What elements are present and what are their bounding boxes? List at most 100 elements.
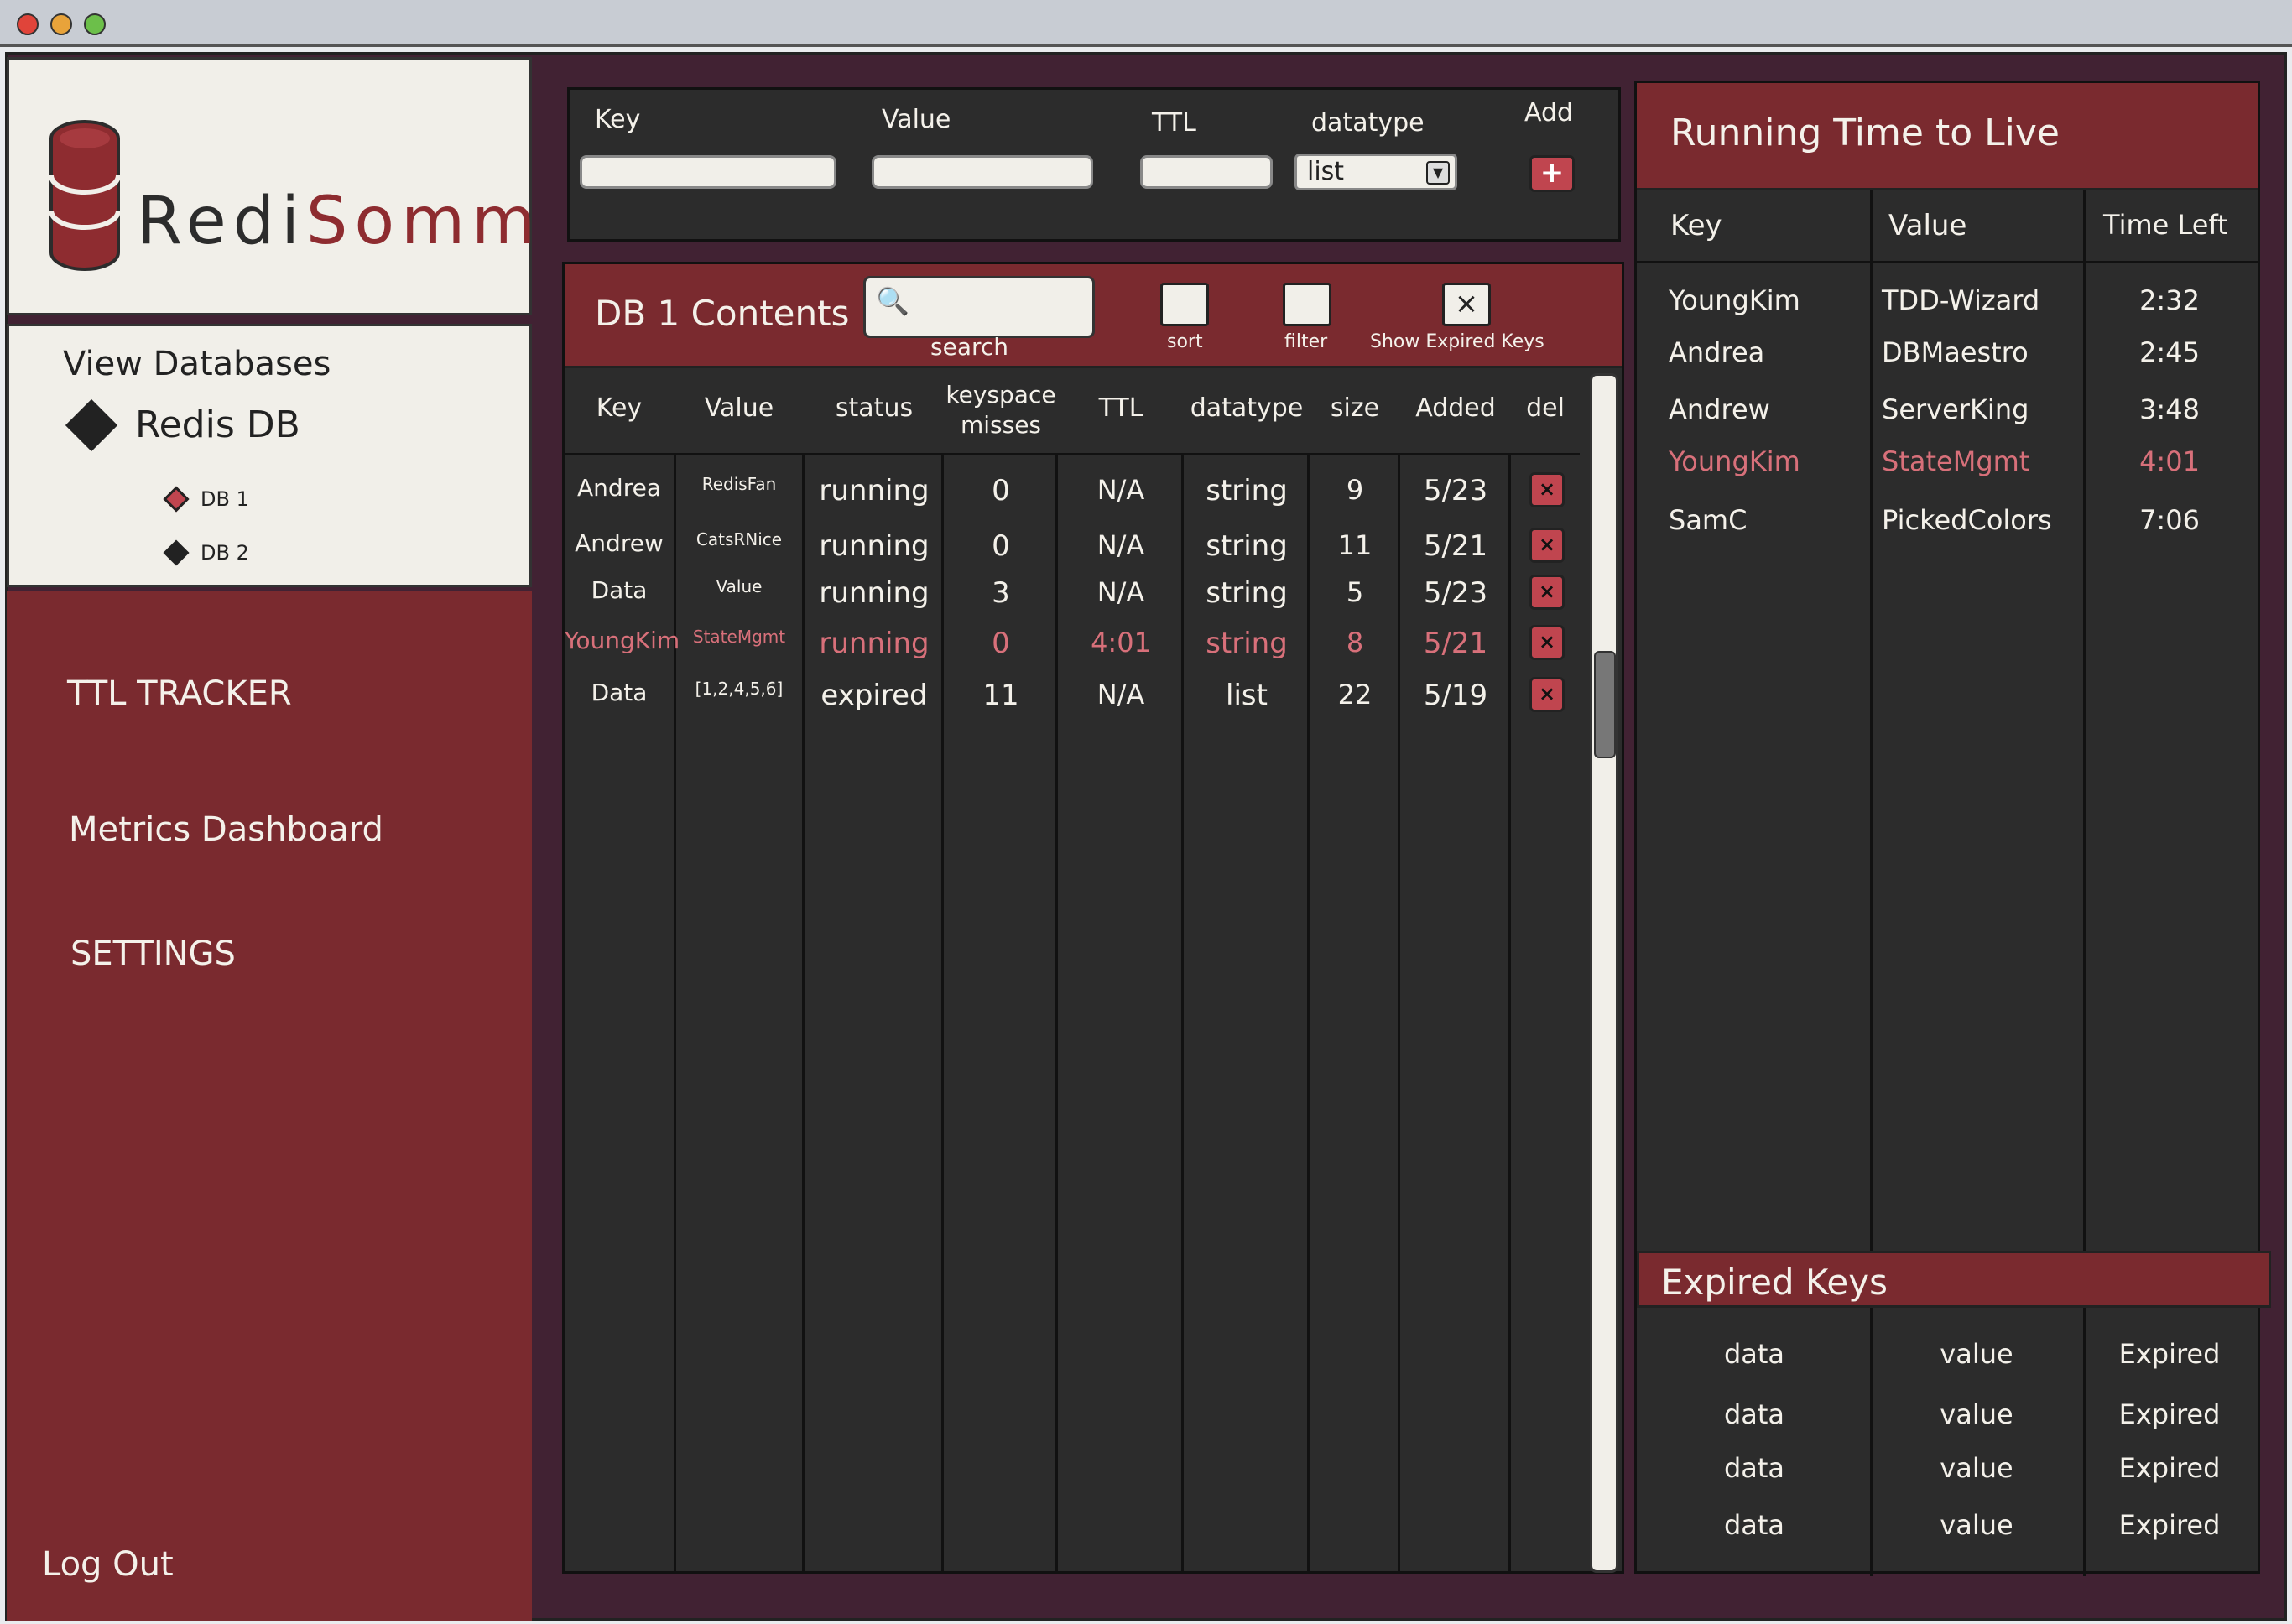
row-misses: 3 [992,576,1010,610]
column-header-key[interactable]: Key [565,393,674,424]
db-item-db1[interactable]: DB 1 [163,486,249,513]
ttl-row-time-left: 7:06 [2139,504,2200,536]
brand-name: RediSomm [137,184,542,259]
delete-row-button[interactable]: × [1529,528,1565,563]
row-status: running [819,627,930,660]
row-size: 22 [1337,679,1373,710]
row-value: [1,2,4,5,6] [695,679,784,699]
nav-ttl-tracker[interactable]: TTL TRACKER [67,674,292,713]
running-ttl-header: Running Time to Live [1637,83,2258,190]
expired-row-status: Expired [2118,1338,2221,1370]
logo-panel: RediSomm [7,57,535,315]
brand-name-part1: Redi [137,184,306,259]
column-divider [802,455,805,1571]
ttl-row-key: Andrea [1669,336,1765,368]
column-divider [1870,190,1873,1330]
ttl-row-value: ServerKing [1882,393,2029,425]
db-contents-panel: DB 1 Contents 🔍 search sort filter × Sho… [562,262,1624,1574]
expired-row-key: data [1723,1338,1785,1370]
delete-row-button[interactable]: × [1529,575,1565,610]
expired-row-value: value [1940,1338,2013,1370]
column-divider [1398,455,1400,1571]
expired-row-status: Expired [2118,1509,2221,1541]
row-misses: 0 [992,474,1010,508]
expired-keys-title: Expired Keys [1661,1262,1888,1303]
redis-db-diamond-icon [65,398,118,451]
ttl-row-key: YoungKim [1669,445,1800,477]
expired-row-value: value [1940,1452,2013,1484]
datatype-select[interactable]: list ▼ [1294,154,1457,190]
row-value: CatsRNice [695,529,783,549]
db-item-db2[interactable]: DB 2 [163,539,249,566]
delete-row-button[interactable]: × [1529,472,1565,508]
scrollbar-thumb[interactable] [1594,651,1616,758]
column-header-keyspace-misses[interactable]: keyspace misses [944,380,1058,440]
row-ttl: 4:01 [1091,627,1151,658]
db-item-label: DB 1 [201,487,249,511]
search-input[interactable]: 🔍 [863,276,1095,338]
database-logo-icon [49,120,121,271]
delete-row-button[interactable]: × [1529,677,1565,712]
row-misses: 11 [982,679,1019,712]
filter-label: filter [1284,331,1328,352]
ttl-row-value: PickedColors [1882,504,2052,536]
expired-row-status: Expired [2118,1452,2221,1484]
view-databases-title: View Databases [63,345,331,383]
value-input[interactable] [872,155,1093,189]
expired-row-key: data [1723,1452,1785,1484]
ttl-row-key: YoungKim [1669,284,1800,316]
close-window-button[interactable] [17,13,39,35]
brand-name-part2: Somm [305,184,543,259]
db-contents-header: DB 1 Contents 🔍 search sort filter × Sho… [565,264,1622,368]
row-ttl: N/A [1097,679,1145,710]
row-size: 5 [1346,576,1364,608]
row-datatype: string [1206,529,1288,563]
sort-label: sort [1167,331,1203,352]
column-header-added[interactable]: Added [1400,393,1511,424]
key-input[interactable] [580,155,836,189]
expired-row-key: data [1723,1509,1785,1541]
show-expired-label: Show Expired Keys [1370,331,1544,352]
datatype-select-value: list [1307,157,1345,186]
row-size: 8 [1346,627,1364,658]
nav-metrics-dashboard[interactable]: Metrics Dashboard [69,810,383,849]
column-divider [941,455,944,1571]
contents-scrollbar[interactable] [1590,373,1618,1573]
row-added: 5/23 [1423,474,1488,508]
add-key-button[interactable]: + [1529,155,1575,192]
ttl-row-time-left: 2:32 [2139,284,2200,316]
row-misses: 0 [992,529,1010,563]
nav-settings[interactable]: SETTINGS [70,934,236,973]
ttl-input[interactable] [1140,155,1273,189]
column-header-size[interactable]: size [1310,393,1400,424]
ttl-row-time-left: 3:48 [2139,393,2200,425]
column-header-status[interactable]: status [805,393,944,424]
row-datatype: list [1226,679,1268,712]
datatype-label: datatype [1311,108,1425,138]
delete-row-button[interactable]: × [1529,625,1565,660]
ttl-label: TTL [1152,108,1196,138]
show-expired-checkbox[interactable]: × [1442,283,1491,326]
db1-diamond-icon [163,486,190,513]
sort-checkbox[interactable] [1160,283,1209,326]
row-added: 5/23 [1423,576,1488,610]
nav-logout[interactable]: Log Out [42,1545,174,1584]
column-header-ttl[interactable]: TTL [1058,393,1184,424]
ttl-header-divider [1637,261,2258,263]
db2-diamond-icon [163,539,190,566]
minimize-window-button[interactable] [50,13,72,35]
expired-keys-header: Expired Keys [1637,1251,2271,1308]
chevron-down-icon: ▼ [1426,161,1450,185]
ttl-row-time-left: 2:45 [2139,336,2200,368]
maximize-window-button[interactable] [84,13,106,35]
row-datatype: string [1206,474,1288,508]
column-header-value[interactable]: Value [676,393,802,424]
column-header-datatype[interactable]: datatype [1184,393,1310,424]
row-ttl: N/A [1097,576,1145,608]
add-key-form: Key Value TTL datatype Add list ▼ + [567,87,1621,242]
db-item-label: DB 2 [201,541,249,565]
redis-db-tree-root[interactable]: Redis DB [63,398,300,451]
filter-checkbox[interactable] [1283,283,1331,326]
row-status: expired [820,679,928,712]
column-divider [1055,455,1058,1571]
